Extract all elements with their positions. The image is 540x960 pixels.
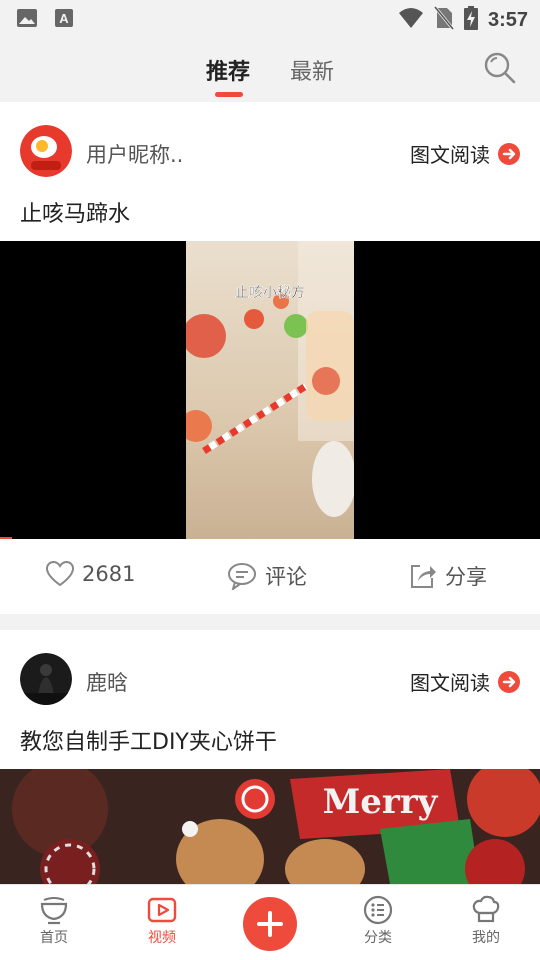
no-sim-icon [433,6,455,34]
nav-category[interactable]: 分类 [348,895,408,947]
avatar[interactable] [20,125,72,177]
read-link-label: 图文阅读 [410,671,490,695]
tab-recommended[interactable]: 推荐 [206,54,250,86]
bowl-icon [40,897,68,925]
comment-button[interactable]: 评论 [227,561,307,591]
like-count: 2681 [82,562,136,586]
avatar[interactable] [20,653,72,705]
video-caption: 止咳小秘方 [235,285,305,301]
video-frame: 止咳小秘方 [186,241,354,539]
plus-icon [257,911,283,937]
nav-profile-label: 我的 [472,930,500,946]
add-post-button[interactable] [243,897,297,951]
nav-video-label: 视频 [148,930,176,946]
chef-hat-icon [472,895,500,923]
comment-icon [228,563,256,590]
top-tab-bar: 推荐 最新 [0,36,540,102]
search-button[interactable] [482,50,518,86]
nav-home-label: 首页 [40,930,68,946]
post-actions: 2681 评论 分享 [0,539,540,615]
nav-profile[interactable]: 我的 [456,895,516,947]
heart-icon [46,561,74,587]
svg-text:A: A [59,11,69,26]
search-icon [484,52,516,84]
post-title[interactable]: 教您自制手工DIY夹心饼干 [20,724,277,756]
read-article-link[interactable]: 图文阅读 [410,667,520,696]
nav-category-label: 分类 [364,930,392,946]
thumbnail-caption: Merry [323,782,439,822]
share-label: 分享 [445,565,487,589]
comment-label: 评论 [265,565,307,589]
arrow-right-icon [498,670,520,693]
share-button[interactable]: 分享 [409,561,487,591]
video-player[interactable]: Merry [0,769,540,884]
clock-time: 3:57 [487,8,528,31]
active-tab-indicator [215,92,243,97]
app-screen: A 3:57 推荐 最新 用户昵称.. 图文阅读 止咳马蹄水 止咳小秘方 268… [0,0,540,960]
share-icon [411,565,436,588]
tab-latest[interactable]: 最新 [290,54,334,86]
username[interactable]: 用户昵称.. [86,139,183,169]
battery-charging-icon [463,6,478,34]
keyboard-icon: A [54,8,74,32]
bottom-navigation: 首页 视频 分类 我的 [0,884,540,960]
post-title[interactable]: 止咳马蹄水 [20,196,130,228]
username[interactable]: 鹿晗 [86,667,128,697]
nav-video[interactable]: 视频 [132,895,192,947]
category-list-icon [363,895,393,925]
nav-home[interactable]: 首页 [24,895,84,947]
arrow-right-icon [498,142,520,165]
video-play-icon [147,897,177,923]
feed-card: 用户昵称.. 图文阅读 止咳马蹄水 止咳小秘方 2681 评论 分享 [0,102,540,614]
like-button[interactable]: 2681 [46,561,135,587]
read-article-link[interactable]: 图文阅读 [410,139,520,168]
status-bar: A 3:57 [0,0,540,36]
feed-card: 鹿晗 图文阅读 教您自制手工DIY夹心饼干 Merry [0,630,540,884]
video-thumbnail: Merry [0,769,540,884]
image-icon [16,8,38,32]
video-player[interactable]: 止咳小秘方 [0,241,540,539]
wifi-icon [398,7,424,33]
read-link-label: 图文阅读 [410,143,490,167]
